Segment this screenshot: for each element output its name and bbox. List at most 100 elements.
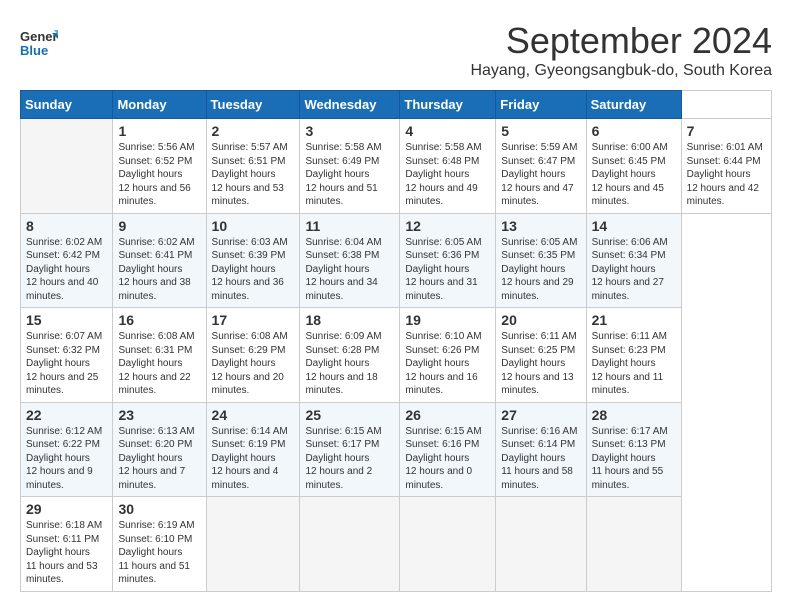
day-number: 19	[405, 312, 490, 328]
logo-icon: General Blue	[20, 25, 58, 63]
weekday-header-sunday: Sunday	[21, 91, 113, 119]
page-header: General Blue September 2024 Hayang, Gyeo…	[20, 20, 772, 80]
cell-content: Sunrise: 6:16 AMSunset: 6:14 PMDaylight …	[501, 425, 580, 493]
day-number: 5	[501, 123, 580, 139]
cell-content: Sunrise: 6:14 AMSunset: 6:19 PMDaylight …	[212, 425, 295, 493]
calendar-cell: 29 Sunrise: 6:18 AMSunset: 6:11 PMDayligh…	[21, 497, 113, 592]
calendar-cell: 7 Sunrise: 6:01 AMSunset: 6:44 PMDaylight…	[681, 119, 771, 214]
day-number: 13	[501, 218, 580, 234]
calendar-cell: 21 Sunrise: 6:11 AMSunset: 6:23 PMDayligh…	[586, 308, 681, 403]
calendar-cell: 1 Sunrise: 5:56 AMSunset: 6:52 PMDaylight…	[113, 119, 206, 214]
calendar-cell: 22 Sunrise: 6:12 AMSunset: 6:22 PMDayligh…	[21, 402, 113, 497]
day-number: 22	[26, 407, 107, 423]
day-number: 4	[405, 123, 490, 139]
day-number: 3	[305, 123, 394, 139]
day-number: 28	[592, 407, 676, 423]
cell-content: Sunrise: 6:07 AMSunset: 6:32 PMDaylight …	[26, 330, 107, 398]
calendar-cell: 26Sunrise: 6:15 AMSunset: 6:16 PMDayligh…	[400, 402, 496, 497]
calendar-header-row: SundayMondayTuesdayWednesdayThursdayFrid…	[21, 91, 772, 119]
weekday-header-tuesday: Tuesday	[206, 91, 300, 119]
day-number: 6	[592, 123, 676, 139]
day-number: 9	[118, 218, 200, 234]
cell-content: Sunrise: 6:05 AMSunset: 6:35 PMDaylight …	[501, 236, 580, 304]
logo: General Blue	[20, 25, 58, 68]
calendar-cell: 2 Sunrise: 5:57 AMSunset: 6:51 PMDaylight…	[206, 119, 300, 214]
cell-content: Sunrise: 6:02 AMSunset: 6:41 PMDaylight …	[118, 236, 200, 304]
calendar-cell	[400, 497, 496, 592]
cell-content: Sunrise: 6:15 AMSunset: 6:17 PMDaylight …	[305, 425, 394, 493]
cell-content: Sunrise: 5:59 AMSunset: 6:47 PMDaylight …	[501, 141, 580, 209]
calendar-cell: 16 Sunrise: 6:08 AMSunset: 6:31 PMDayligh…	[113, 308, 206, 403]
svg-text:Blue: Blue	[20, 43, 48, 58]
day-number: 10	[212, 218, 295, 234]
weekday-header-wednesday: Wednesday	[300, 91, 400, 119]
cell-content: Sunrise: 5:57 AMSunset: 6:51 PMDaylight …	[212, 141, 295, 209]
day-number: 14	[592, 218, 676, 234]
day-number: 16	[118, 312, 200, 328]
day-number: 27	[501, 407, 580, 423]
cell-content: Sunrise: 6:19 AMSunset: 6:10 PMDaylight …	[118, 519, 200, 587]
day-number: 21	[592, 312, 676, 328]
calendar-cell: 27 Sunrise: 6:16 AMSunset: 6:14 PMDayligh…	[496, 402, 586, 497]
calendar-cell: 5 Sunrise: 5:59 AMSunset: 6:47 PMDaylight…	[496, 119, 586, 214]
cell-content: Sunrise: 5:58 AMSunset: 6:48 PMDaylight …	[405, 141, 490, 209]
calendar-cell	[300, 497, 400, 592]
cell-content: Sunrise: 6:11 AMSunset: 6:25 PMDaylight …	[501, 330, 580, 398]
title-block: September 2024 Hayang, Gyeongsangbuk-do,…	[470, 20, 772, 80]
calendar-cell: 8Sunrise: 6:02 AMSunset: 6:42 PMDaylight…	[21, 213, 113, 308]
calendar-cell: 4 Sunrise: 5:58 AMSunset: 6:48 PMDaylight…	[400, 119, 496, 214]
cell-content: Sunrise: 6:18 AMSunset: 6:11 PMDaylight …	[26, 519, 107, 587]
cell-content: Sunrise: 6:00 AMSunset: 6:45 PMDaylight …	[592, 141, 676, 209]
calendar-cell: 17Sunrise: 6:08 AMSunset: 6:29 PMDayligh…	[206, 308, 300, 403]
cell-content: Sunrise: 6:13 AMSunset: 6:20 PMDaylight …	[118, 425, 200, 493]
calendar-cell: 9 Sunrise: 6:02 AMSunset: 6:41 PMDaylight…	[113, 213, 206, 308]
cell-content: Sunrise: 6:01 AMSunset: 6:44 PMDaylight …	[687, 141, 766, 209]
day-number: 8	[26, 218, 107, 234]
calendar-row: 15 Sunrise: 6:07 AMSunset: 6:32 PMDayligh…	[21, 308, 772, 403]
day-number: 2	[212, 123, 295, 139]
calendar-cell	[206, 497, 300, 592]
cell-content: Sunrise: 6:17 AMSunset: 6:13 PMDaylight …	[592, 425, 676, 493]
calendar-cell: 11Sunrise: 6:04 AMSunset: 6:38 PMDayligh…	[300, 213, 400, 308]
day-number: 17	[212, 312, 295, 328]
weekday-header-thursday: Thursday	[400, 91, 496, 119]
day-number: 15	[26, 312, 107, 328]
cell-content: Sunrise: 6:04 AMSunset: 6:38 PMDaylight …	[305, 236, 394, 304]
cell-content: Sunrise: 6:09 AMSunset: 6:28 PMDaylight …	[305, 330, 394, 398]
cell-content: Sunrise: 5:56 AMSunset: 6:52 PMDaylight …	[118, 141, 200, 209]
cell-content: Sunrise: 6:03 AMSunset: 6:39 PMDaylight …	[212, 236, 295, 304]
day-number: 26	[405, 407, 490, 423]
calendar-cell: 13 Sunrise: 6:05 AMSunset: 6:35 PMDayligh…	[496, 213, 586, 308]
calendar-cell: 25 Sunrise: 6:15 AMSunset: 6:17 PMDayligh…	[300, 402, 400, 497]
calendar-cell	[21, 119, 113, 214]
calendar-cell	[496, 497, 586, 592]
day-number: 23	[118, 407, 200, 423]
calendar-cell	[586, 497, 681, 592]
day-number: 29	[26, 501, 107, 517]
day-number: 20	[501, 312, 580, 328]
calendar-row: 1 Sunrise: 5:56 AMSunset: 6:52 PMDaylight…	[21, 119, 772, 214]
day-number: 1	[118, 123, 200, 139]
day-number: 24	[212, 407, 295, 423]
calendar-cell: 14Sunrise: 6:06 AMSunset: 6:34 PMDayligh…	[586, 213, 681, 308]
cell-content: Sunrise: 6:10 AMSunset: 6:26 PMDaylight …	[405, 330, 490, 398]
weekday-header-monday: Monday	[113, 91, 206, 119]
calendar-cell: 23 Sunrise: 6:13 AMSunset: 6:20 PMDayligh…	[113, 402, 206, 497]
calendar-row: 22 Sunrise: 6:12 AMSunset: 6:22 PMDayligh…	[21, 402, 772, 497]
day-number: 18	[305, 312, 394, 328]
calendar-cell: 3 Sunrise: 5:58 AMSunset: 6:49 PMDaylight…	[300, 119, 400, 214]
day-number: 30	[118, 501, 200, 517]
month-title: September 2024	[470, 20, 772, 62]
cell-content: Sunrise: 6:11 AMSunset: 6:23 PMDaylight …	[592, 330, 676, 398]
day-number: 25	[305, 407, 394, 423]
calendar-row: 8Sunrise: 6:02 AMSunset: 6:42 PMDaylight…	[21, 213, 772, 308]
calendar-cell: 19 Sunrise: 6:10 AMSunset: 6:26 PMDayligh…	[400, 308, 496, 403]
day-number: 7	[687, 123, 766, 139]
weekday-header-friday: Friday	[496, 91, 586, 119]
location: Hayang, Gyeongsangbuk-do, South Korea	[470, 62, 772, 80]
cell-content: Sunrise: 5:58 AMSunset: 6:49 PMDaylight …	[305, 141, 394, 209]
cell-content: Sunrise: 6:05 AMSunset: 6:36 PMDaylight …	[405, 236, 490, 304]
calendar-cell: 10 Sunrise: 6:03 AMSunset: 6:39 PMDayligh…	[206, 213, 300, 308]
cell-content: Sunrise: 6:12 AMSunset: 6:22 PMDaylight …	[26, 425, 107, 493]
cell-content: Sunrise: 6:08 AMSunset: 6:31 PMDaylight …	[118, 330, 200, 398]
